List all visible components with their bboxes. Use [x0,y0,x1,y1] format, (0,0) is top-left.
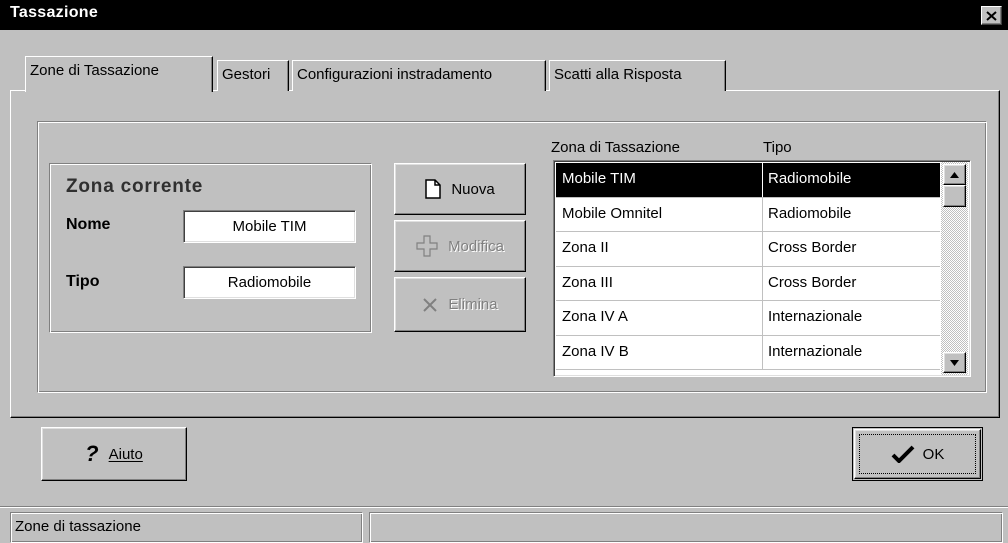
edit-icon [416,235,438,257]
name-label: Nome [66,216,111,233]
delete-button-label: Elimina [448,296,498,313]
current-zone-title: Zona corrente [66,176,204,197]
new-button-label: Nuova [451,180,495,198]
cell-zona: Mobile Omnitel [562,204,663,222]
cell-tipo: Internazionale [768,308,863,325]
arrow-down-icon [950,359,959,366]
checkmark-icon [891,445,915,463]
help-button[interactable]: ? Aiuto [41,427,187,481]
table-scrollbar[interactable] [941,162,968,375]
table-row[interactable]: Mobile TIM Radiomobile [556,163,940,198]
close-icon [986,10,997,21]
type-field[interactable]: Radiomobile [183,266,356,299]
cell-zona: Mobile TIM [562,170,636,187]
help-icon: ? [85,441,99,466]
ok-button-label: OK [922,445,945,463]
cell-zona: Zona IV B [562,342,629,360]
delete-icon [423,297,438,312]
column-header-tipo: Tipo [763,139,792,156]
ok-focus-ring: OK [859,434,976,474]
close-button[interactable] [981,6,1002,25]
scroll-up-button[interactable] [943,164,966,185]
cell-zona: Zona III [562,273,613,291]
edit-button-label: Modifica [448,237,504,255]
title-bar [0,0,1008,30]
scroll-down-button[interactable] [943,352,966,373]
ok-button[interactable]: OK [852,427,983,481]
delete-button[interactable]: Elimina [394,277,526,332]
zones-table[interactable]: Mobile TIM Radiomobile Mobile Omnitel Ra… [553,160,971,377]
cell-tipo: Internazionale [768,342,863,360]
table-row[interactable]: Mobile Omnitel Radiomobile [556,197,940,232]
arrow-up-icon [950,171,959,178]
type-label: Tipo [66,273,100,290]
status-panel-right [369,512,1003,543]
tab-zone-di-tassazione[interactable]: Zone di Tassazione [25,56,213,92]
help-button-label: Aiuto [108,445,143,463]
edit-button[interactable]: Modifica [394,220,526,272]
table-row[interactable]: Zona III Cross Border [556,266,940,301]
cell-tipo: Cross Border [768,239,857,256]
tab-scatti-alla-risposta[interactable]: Scatti alla Risposta [549,60,726,91]
name-field[interactable]: Mobile TIM [183,210,356,243]
cell-zona: Zona IV A [562,308,628,325]
table-row[interactable]: Zona IV A Internazionale [556,301,940,336]
new-document-icon [425,179,442,199]
table-row[interactable]: Zona IV B Internazionale [556,335,940,370]
window-title: Tassazione [10,4,99,21]
tab-gestori[interactable]: Gestori [217,60,289,91]
cell-zona: Zona II [562,239,609,256]
cell-tipo: Cross Border [768,273,857,291]
scroll-thumb[interactable] [943,185,966,207]
table-row[interactable]: Zona II Cross Border [556,232,940,267]
status-panel-left: Zone di tassazione [10,512,363,543]
cell-tipo: Radiomobile [768,204,852,222]
tab-configurazioni-instradamento[interactable]: Configurazioni instradamento [292,60,546,91]
cell-tipo: Radiomobile [768,170,852,187]
new-button[interactable]: Nuova [394,163,526,215]
column-header-zona: Zona di Tassazione [551,139,680,156]
